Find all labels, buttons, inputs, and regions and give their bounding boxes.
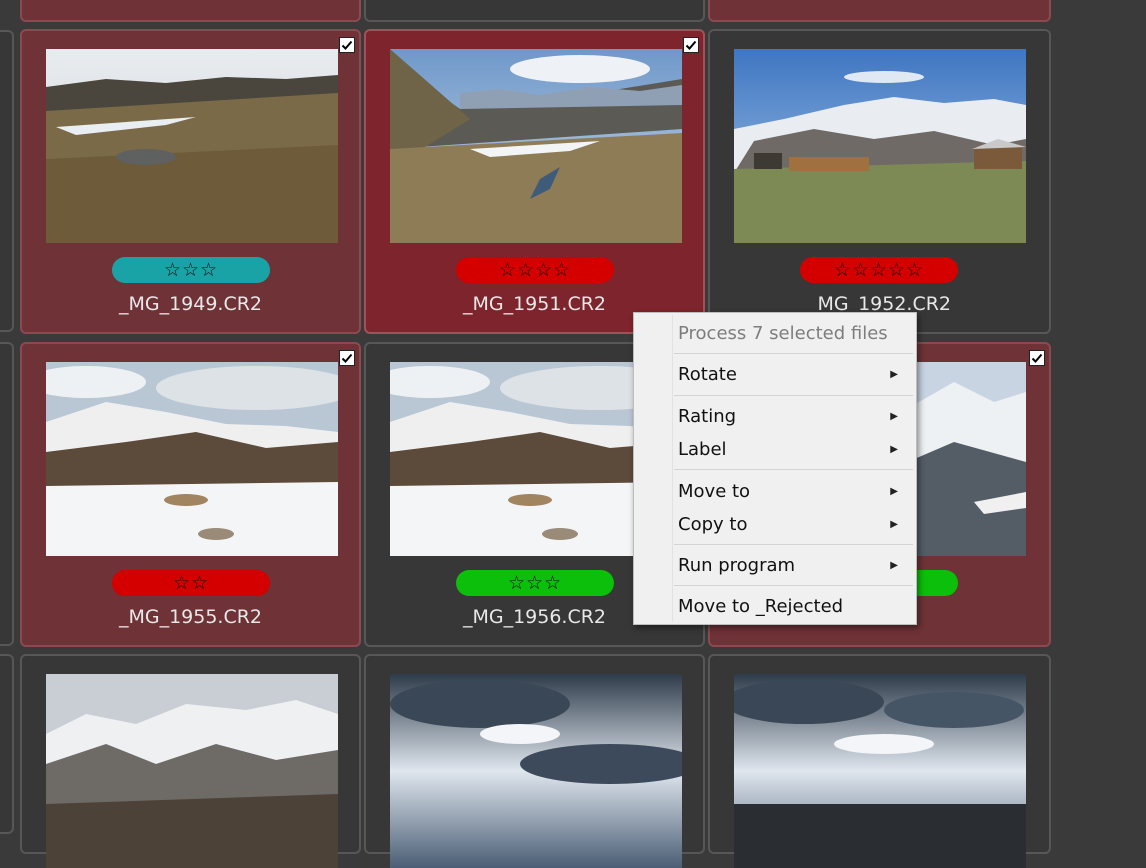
menu-item-label: Move to _Rejected (678, 596, 844, 617)
menu-item-move-to-rejected[interactable]: Move to _Rejected (634, 592, 916, 622)
menu-item-label-text: Label (678, 439, 727, 460)
menu-separator (674, 469, 913, 470)
submenu-arrow-icon: ▶ (890, 519, 898, 530)
menu-item-label[interactable]: Label ▶ (634, 435, 916, 465)
thumbnail-cell[interactable]: ☆☆☆☆☆ _MG_1952.CR2 (708, 29, 1051, 334)
rating-label-pill[interactable]: ☆☆☆ (112, 257, 270, 283)
menu-item-label: Move to (678, 481, 751, 502)
menu-item-label: Rotate (678, 364, 737, 385)
menu-item-run-program[interactable]: Run program ▶ (634, 551, 916, 581)
selection-checkbox[interactable] (339, 37, 355, 53)
thumbnail-image (390, 674, 682, 868)
selection-checkbox[interactable] (1029, 350, 1045, 366)
file-name: _MG_1949.CR2 (118, 293, 263, 315)
menu-item-label: Process 7 selected files (678, 323, 888, 344)
selection-checkbox[interactable] (339, 350, 355, 366)
menu-item-label: Run program (678, 555, 796, 576)
thumbnail-cell-edge (0, 342, 14, 646)
thumbnail-image (734, 674, 1026, 868)
rating-label-pill[interactable]: ☆☆☆☆ (456, 257, 614, 283)
thumbnail-cell-edge (0, 30, 14, 332)
menu-item-process-selected: Process 7 selected files (634, 319, 916, 349)
thumbnail-cell[interactable]: ☆☆ _MG_1955.CR2 (20, 342, 361, 647)
thumbnail-image (390, 49, 682, 243)
submenu-arrow-icon: ▶ (890, 369, 898, 380)
rating-label-pill[interactable]: ☆☆☆☆☆ (800, 257, 958, 283)
rating-label-pill[interactable]: ☆☆ (112, 570, 270, 596)
thumbnail-image (46, 49, 338, 243)
menu-separator (674, 353, 913, 354)
thumbnail-cell[interactable] (364, 654, 705, 868)
context-menu: Process 7 selected files Rotate ▶ Rating… (633, 312, 917, 625)
menu-separator (674, 395, 913, 396)
menu-item-move-to[interactable]: Move to ▶ (634, 477, 916, 507)
menu-separator (674, 544, 913, 545)
menu-item-label: Rating (678, 406, 737, 427)
thumbnail-cell[interactable]: ☆☆☆ _MG_1949.CR2 (20, 29, 361, 334)
thumbnail-cell-partial[interactable] (20, 0, 361, 22)
thumbnail-cell-edge (0, 654, 14, 834)
thumbnail-image (46, 674, 338, 868)
menu-separator (674, 585, 913, 586)
rating-label-pill[interactable]: ☆☆☆ (456, 570, 614, 596)
selection-checkbox[interactable] (683, 37, 699, 53)
thumbnail-cell-partial[interactable] (364, 0, 705, 22)
thumbnail-cell[interactable] (20, 654, 361, 868)
submenu-arrow-icon: ▶ (890, 444, 898, 455)
thumbnail-image (46, 362, 338, 556)
submenu-arrow-icon: ▶ (890, 486, 898, 497)
thumbnail-cell[interactable] (708, 654, 1051, 868)
submenu-arrow-icon: ▶ (890, 560, 898, 571)
file-name: _MG_1955.CR2 (118, 606, 263, 628)
thumbnail-cell[interactable]: ☆☆☆☆ _MG_1951.CR2 (364, 29, 705, 334)
thumbnail-cell-partial[interactable] (708, 0, 1051, 22)
menu-item-rating[interactable]: Rating ▶ (634, 402, 916, 432)
menu-item-copy-to[interactable]: Copy to ▶ (634, 510, 916, 540)
thumbnail-image (734, 49, 1026, 243)
submenu-arrow-icon: ▶ (890, 411, 898, 422)
menu-item-rotate[interactable]: Rotate ▶ (634, 360, 916, 390)
menu-item-label: Copy to (678, 514, 748, 535)
